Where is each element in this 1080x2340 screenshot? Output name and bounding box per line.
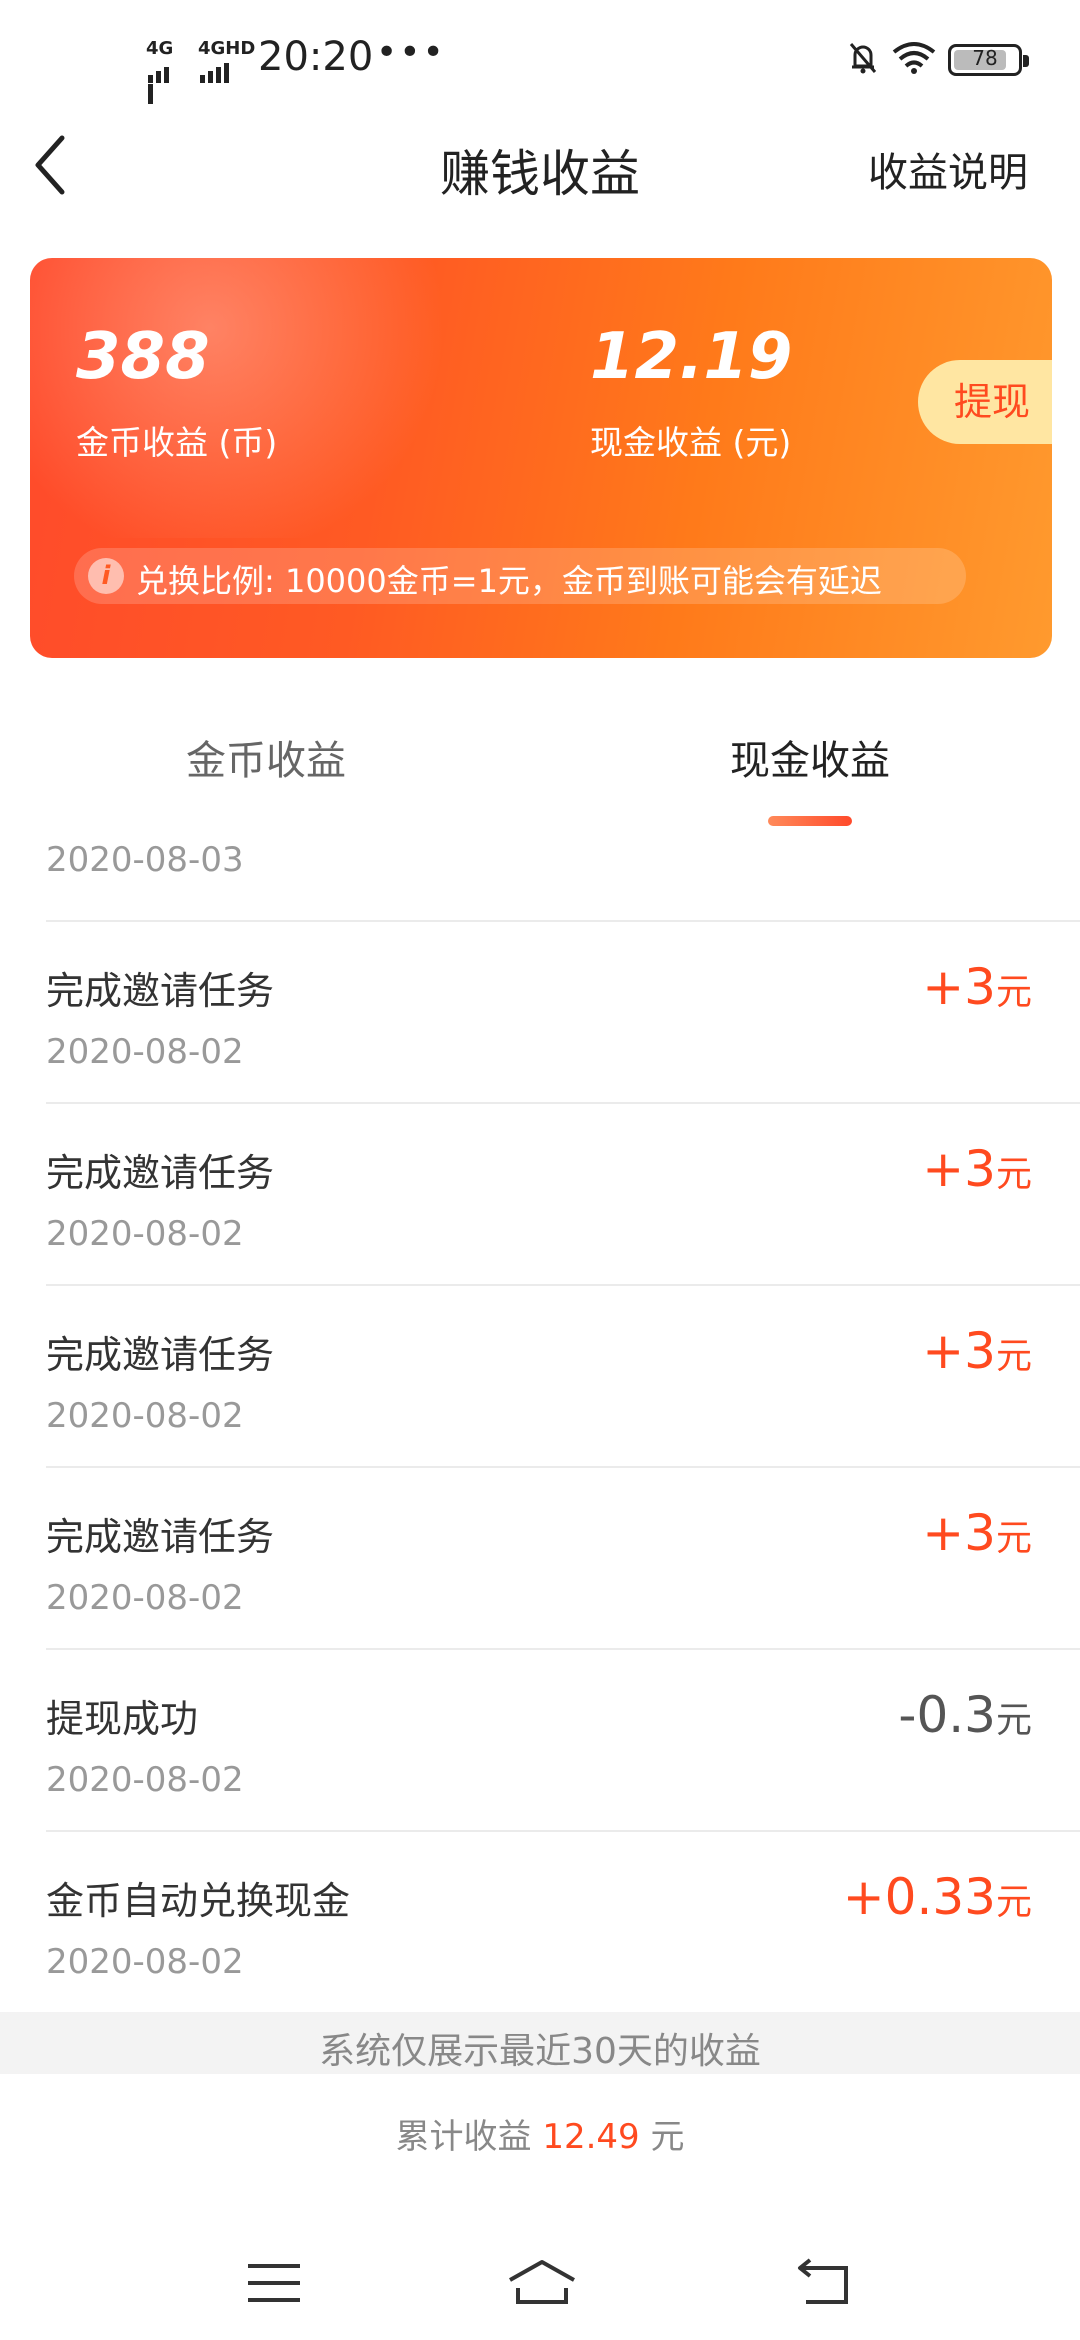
list-item-amount: +3元 (922, 958, 1032, 1016)
list-item-date: 2020-08-02 (46, 1942, 244, 1982)
exchange-rate-notice: i 兑换比例: 10000金币=1元，金币到账可能会有延迟 (74, 548, 966, 604)
menu-icon[interactable] (244, 2258, 304, 2308)
status-bar: 4G 4GHD 20:20 ••• 78 (0, 0, 1080, 120)
history-notice: 系统仅展示最近30天的收益 (0, 2012, 1080, 2082)
list-item-amount: +0.33元 (842, 1868, 1032, 1926)
coin-earnings-value: 388 (76, 320, 210, 394)
list-item-amount: +3元 (922, 1504, 1032, 1562)
home-icon[interactable] (506, 2258, 578, 2308)
list-item-date: 2020-08-02 (46, 1214, 244, 1254)
signal-4ghd-icon: 4GHD (198, 38, 256, 83)
cash-earnings-label: 现金收益 (元) (590, 423, 792, 462)
list-item-title: 提现成功 (46, 1697, 199, 1741)
more-notifications-icon: ••• (376, 32, 446, 73)
list-item-date: 2020-08-02 (46, 1578, 244, 1618)
exchange-rate-text: 兑换比例: 10000金币=1元，金币到账可能会有延迟 (136, 562, 882, 600)
back-icon[interactable] (794, 2258, 854, 2308)
tab-coin-earnings[interactable]: 金币收益 (186, 728, 346, 786)
total-unit: 元 (650, 2117, 685, 2157)
list-item: 完成邀请任务 2020-08-02 +3元 (0, 1104, 1080, 1284)
cumulative-earnings: 累计收益 12.49 元 (0, 2074, 1080, 2200)
history-notice-text: 系统仅展示最近30天的收益 (319, 2031, 761, 2072)
status-time: 20:20 (258, 34, 374, 80)
battery-icon: 78 (948, 44, 1029, 76)
list-item-date: 2020-08-03 (46, 840, 244, 880)
battery-level: 78 (972, 46, 998, 70)
coin-earnings-label: 金币收益 (币) (76, 423, 278, 462)
wifi-icon (892, 42, 936, 74)
list-item: 完成邀请任务 2020-08-02 +3元 (0, 922, 1080, 1102)
list-item-date: 2020-08-02 (46, 1760, 244, 1800)
tab-cash-earnings[interactable]: 现金收益 (730, 728, 890, 786)
list-item-title: 金币自动兑换现金 (46, 1879, 351, 1923)
list-item: 提现成功 2020-08-02 -0.3元 (0, 1650, 1080, 1830)
withdraw-button[interactable]: 提现 (918, 360, 1052, 444)
cash-earnings-value: 12.19 (590, 320, 793, 394)
list-item-amount: +3元 (922, 1322, 1032, 1380)
total-value: 12.49 (542, 2117, 640, 2157)
total-label: 累计收益 (395, 2117, 532, 2157)
list-item-amount: -0.3元 (898, 1686, 1032, 1744)
earnings-explanation-link[interactable]: 收益说明 (868, 140, 1028, 198)
list-item: 金币自动兑换现金 2020-08-02 +0.33元 (0, 1832, 1080, 2012)
list-item-title: 完成邀请任务 (46, 1151, 275, 1195)
list-item-title: 完成邀请任务 (46, 1515, 275, 1559)
system-navigation-bar (0, 2200, 1080, 2340)
signal-4g-icon: 4G (146, 38, 174, 104)
list-item-title: 完成邀请任务 (46, 1333, 275, 1377)
list-item-date: 2020-08-02 (46, 1396, 244, 1436)
earnings-summary-card: 388 金币收益 (币) 12.19 现金收益 (元) 提现 i 兑换比例: 1… (30, 258, 1052, 658)
list-item: 完成邀请任务 2020-08-02 +3元 (0, 1468, 1080, 1648)
signal-label: 4GHD (198, 38, 256, 59)
signal-label: 4G (146, 38, 174, 59)
list-item: 完成邀请任务 2020-08-02 +3元 (0, 1286, 1080, 1466)
list-item-amount: +3元 (922, 1140, 1032, 1198)
active-tab-indicator (768, 816, 852, 826)
list-item-title: 完成邀请任务 (46, 969, 275, 1013)
bell-muted-icon (849, 43, 877, 74)
info-icon: i (88, 558, 124, 594)
list-item-date: 2020-08-02 (46, 1032, 244, 1072)
